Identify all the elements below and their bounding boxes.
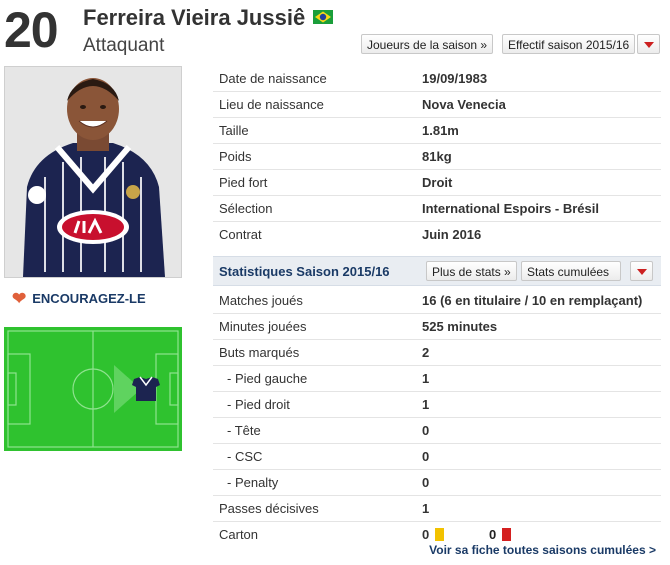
stats-value: 0 [422,423,430,438]
info-label: Pied fort [219,175,268,190]
info-label: Date de naissance [219,71,327,86]
stats-label: Minutes jouées [219,319,307,334]
field-position-pitch [4,327,182,451]
info-value: Droit [422,175,453,190]
stats-label: - Pied droit [227,397,290,412]
stats-row-own-goal: - CSC 0 [213,444,661,470]
stats-value: 16 (6 en titulaire / 10 en remplaçant) [422,293,643,308]
info-label: Sélection [219,201,273,216]
stats-row-head: - Tête 0 [213,418,661,444]
info-value: Nova Venecia [422,97,506,112]
all-seasons-link[interactable]: Voir sa fiche toutes saisons cumulées > [429,543,656,557]
stats-label: - Pied gauche [227,371,308,386]
stats-header: Statistiques Saison 2015/16 Plus de stat… [213,256,661,286]
cumulative-dropdown-caret-icon[interactable] [630,261,653,281]
stats-label: - CSC [227,449,263,464]
yellow-card-icon [435,528,445,541]
info-value: 19/09/1983 [422,71,488,86]
player-info-table: Date de naissance 19/09/1983 Lieu de nais… [213,66,661,247]
brazil-flag-icon [313,10,334,25]
info-row-selection: Sélection International Espoirs - Brésil [213,196,661,222]
info-label: Lieu de naissance [219,97,324,112]
stats-value: 0 [422,475,430,490]
stats-label: - Penalty [227,475,279,490]
stats-row-goals: Buts marqués 2 [213,340,661,366]
stats-row-minutes: Minutes jouées 525 minutes [213,314,661,340]
stats-row-right-foot: - Pied droit 1 [213,392,661,418]
stats-row-left-foot: - Pied gauche 1 [213,366,661,392]
squad-select[interactable]: Effectif saison 2015/16 [502,34,636,54]
stats-value: 1 [422,501,430,516]
stats-value: 0 [422,449,430,464]
info-row-height: Taille 1.81m [213,118,661,144]
info-row-weight: Poids 81kg [213,144,661,170]
stats-label: Buts marqués [219,345,300,360]
yellow-card-value: 0 [422,527,430,542]
info-row-birthdate: Date de naissance 19/09/1983 [213,66,661,92]
info-label: Taille [219,123,249,138]
season-stats-table: Matches joués 16 (6 en titulaire / 10 en … [213,288,661,547]
player-position: Attaquant [83,35,165,56]
cumulative-stats-select[interactable]: Stats cumulées [521,261,621,281]
info-row-birthplace: Lieu de naissance Nova Venecia [213,92,661,118]
info-label: Poids [219,149,252,164]
stats-row-assists: Passes décisives 1 [213,496,661,522]
squad-dropdown-caret-icon[interactable] [637,34,660,54]
info-value: International Espoirs - Brésil [422,201,599,216]
info-row-contract: Contrat Juin 2016 [213,222,661,247]
stats-label: Carton [219,527,259,542]
stats-value: 1 [422,371,430,386]
heart-icon: ❤ [12,289,27,308]
stats-label: Matches joués [219,293,303,308]
info-row-strong-foot: Pied fort Droit [213,170,661,196]
more-stats-button[interactable]: Plus de stats » [426,261,517,281]
info-value: 1.81m [422,123,459,138]
red-card-value: 0 [489,527,497,542]
encourage-button[interactable]: ❤ ENCOURAGEZ-LE [12,290,146,308]
player-photo [4,66,182,278]
info-label: Contrat [219,227,262,242]
stats-value: 1 [422,397,430,412]
jersey-icon [132,376,160,401]
stats-label: - Tête [227,423,261,438]
player-portrait-image [5,67,181,277]
stats-row-matches: Matches joués 16 (6 en titulaire / 10 en … [213,288,661,314]
stats-title: Statistiques Saison 2015/16 [219,264,390,279]
info-value: 81kg [422,149,452,164]
season-players-button[interactable]: Joueurs de la saison » [361,34,494,54]
stats-value: 2 [422,345,430,360]
info-value: Juin 2016 [422,227,482,242]
stats-label: Passes décisives [219,501,319,516]
player-name-text: Ferreira Vieira Jussiê [83,5,306,30]
stats-row-penalty: - Penalty 0 [213,470,661,496]
red-card-icon [502,528,512,541]
player-name: Ferreira Vieira Jussiê [83,5,334,31]
player-number: 20 [4,2,59,58]
encourage-label: ENCOURAGEZ-LE [32,291,146,306]
stats-value: 525 minutes [422,319,498,334]
